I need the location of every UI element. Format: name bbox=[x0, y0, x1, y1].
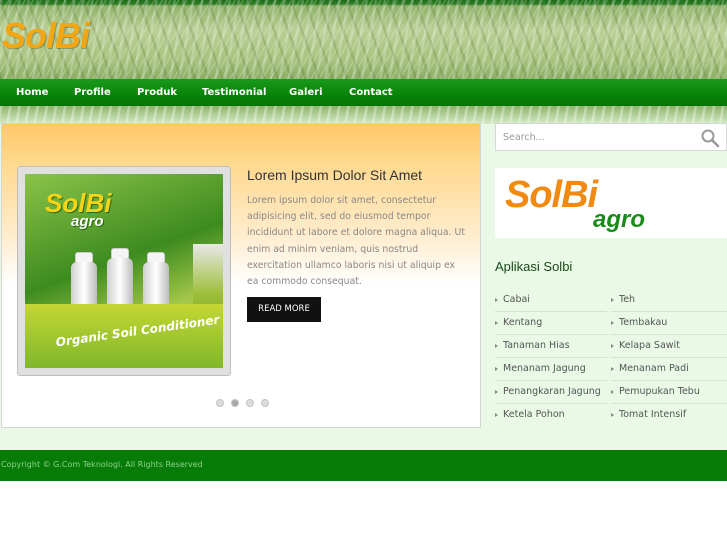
aplikasi-item[interactable]: Cabai bbox=[495, 289, 607, 312]
search-icon[interactable] bbox=[700, 128, 720, 148]
read-more-button[interactable]: READ MORE bbox=[247, 297, 321, 322]
aplikasi-item[interactable]: Teh bbox=[611, 289, 727, 312]
content-top-texture bbox=[0, 106, 727, 124]
aplikasi-item[interactable]: Tanaman Hias bbox=[495, 335, 607, 358]
aplikasi-heading: Aplikasi Solbi bbox=[495, 259, 573, 274]
aplikasi-item[interactable]: Menanam Padi bbox=[611, 358, 727, 381]
slider-dot-4[interactable] bbox=[261, 399, 269, 407]
nav-galeri[interactable]: Galeri bbox=[289, 79, 323, 106]
aplikasi-item[interactable]: Tembakau bbox=[611, 312, 727, 335]
nav-testimonial[interactable]: Testimonial bbox=[202, 79, 266, 106]
sidebar-logo: SolBi agro bbox=[495, 168, 727, 238]
slider-dot-1[interactable] bbox=[216, 399, 224, 407]
nav-contact[interactable]: Contact bbox=[349, 79, 393, 106]
search-box bbox=[495, 123, 727, 151]
nav-home[interactable]: Home bbox=[16, 79, 48, 106]
product-photo-brand: SolBi agro bbox=[45, 188, 111, 230]
slider-dot-2[interactable] bbox=[231, 399, 239, 407]
copyright-text: Copyright © G.Com Teknologi. All Rights … bbox=[1, 460, 203, 469]
aplikasi-item[interactable]: Kelapa Sawit bbox=[611, 335, 727, 358]
product-photo-frame: SolBi agro Organic Soil Conditioner bbox=[17, 166, 231, 376]
aplikasi-item[interactable]: Menanam Jagung bbox=[495, 358, 607, 381]
slide-body: Lorem ipsum dolor sit amet, consectetur … bbox=[247, 195, 465, 288]
slide-title: Lorem Ipsum Dolor Sit Amet bbox=[247, 167, 423, 183]
bottle bbox=[107, 258, 133, 310]
logo-text-part2: Bi bbox=[55, 15, 90, 56]
aplikasi-item[interactable]: Ketela Pohon bbox=[495, 404, 607, 427]
header: Sol Bi bbox=[0, 0, 727, 79]
search-input[interactable] bbox=[496, 124, 686, 150]
nav-profile[interactable]: Profile bbox=[74, 79, 111, 106]
sidebar-logo-sub: agro bbox=[593, 206, 646, 233]
site-logo[interactable]: Sol Bi bbox=[2, 14, 90, 58]
product-photo: SolBi agro Organic Soil Conditioner bbox=[25, 174, 223, 368]
slider-pagination bbox=[216, 399, 269, 407]
sidebar-logo-text: SolBi bbox=[505, 174, 598, 216]
aplikasi-item[interactable]: Penangkaran Jagung bbox=[495, 381, 607, 404]
footer: Copyright © G.Com Teknologi. All Rights … bbox=[0, 450, 727, 481]
aplikasi-item[interactable]: Kentang bbox=[495, 312, 607, 335]
nav-produk[interactable]: Produk bbox=[137, 79, 177, 106]
page: Sol Bi Home Profile Produk Testimonial G… bbox=[0, 0, 727, 545]
slider-dot-3[interactable] bbox=[246, 399, 254, 407]
logo-text-part1: Sol bbox=[2, 15, 56, 56]
aplikasi-item[interactable]: Tomat Intensif bbox=[611, 404, 727, 427]
aplikasi-item[interactable]: Pemupukan Tebu bbox=[611, 381, 727, 404]
main-nav: Home Profile Produk Testimonial Galeri C… bbox=[0, 79, 727, 106]
